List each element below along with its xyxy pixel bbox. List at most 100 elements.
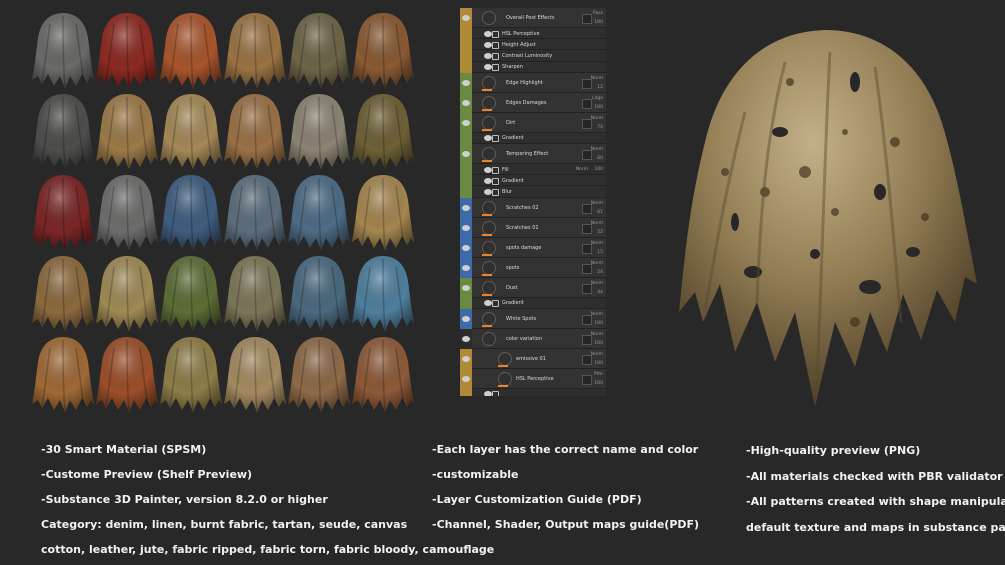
layer-row[interactable]: Fill Norm 100 [460, 164, 606, 176]
layer-checkbox[interactable] [582, 14, 592, 24]
effect-icon [492, 30, 499, 38]
layer-row[interactable]: Scratches 01 Norm 52 [460, 217, 606, 238]
mask-indicator [482, 233, 492, 236]
feature-text: -30 Smart Material (SPSM) [41, 443, 207, 456]
layer-row[interactable]: emissive 01 Norm 100 [460, 348, 606, 369]
visibility-eye-icon[interactable] [462, 315, 470, 322]
visibility-eye-icon[interactable] [484, 166, 492, 173]
layer-color-tag [460, 61, 472, 73]
layer-row[interactable]: HSL Perceptive Pthr 100 [460, 368, 606, 389]
layer-blend-mode[interactable]: Norm [591, 241, 603, 246]
layer-opacity[interactable]: 100 [594, 361, 603, 366]
material-preview-16 [224, 175, 286, 250]
layer-opacity[interactable]: 44 [597, 290, 603, 295]
layer-row[interactable]: Scratches 02 Norm 61 [460, 197, 606, 218]
layer-blend-mode[interactable]: Ldge [592, 96, 603, 101]
layer-opacity[interactable]: 74 [597, 125, 603, 130]
layer-row[interactable]: Blur [460, 186, 606, 198]
mask-indicator [482, 88, 492, 91]
visibility-eye-icon[interactable] [462, 335, 470, 342]
layer-row[interactable]: Gradient [460, 132, 606, 144]
visibility-eye-icon[interactable] [462, 151, 470, 157]
layer-opacity[interactable]: 100 [594, 321, 603, 326]
layer-blend-mode[interactable]: Norm [591, 332, 603, 337]
layer-opacity[interactable]: 100 [594, 381, 603, 386]
layer-thumbnail-icon [482, 75, 496, 90]
layer-row[interactable]: Height Adjust [460, 39, 606, 51]
layer-row[interactable]: Overall Post Effects Pass 100 [460, 8, 606, 28]
visibility-eye-icon[interactable] [462, 244, 470, 251]
layer-name: Edge Highlight [506, 79, 543, 86]
layer-row[interactable] [460, 388, 606, 396]
feature-text: default texture and maps in substance pa… [746, 520, 1005, 534]
layer-blend-mode[interactable]: Norm [591, 116, 603, 121]
visibility-eye-icon[interactable] [462, 264, 470, 271]
layer-blend-mode[interactable]: Norm [591, 352, 603, 357]
layer-row[interactable]: HSL Perceptive [460, 28, 606, 40]
layer-row[interactable]: spots damage Norm 15 [460, 237, 606, 258]
visibility-eye-icon[interactable] [462, 355, 470, 362]
visibility-eye-icon[interactable] [462, 224, 470, 231]
visibility-eye-icon[interactable] [462, 284, 470, 291]
layer-blend-mode[interactable]: Norm [591, 281, 603, 286]
layer-row[interactable]: White Spots Norm 100 [460, 308, 606, 329]
visibility-eye-icon[interactable] [462, 79, 470, 86]
mask-indicator [482, 293, 492, 296]
material-preview-29 [288, 337, 350, 412]
visibility-eye-icon[interactable] [462, 119, 470, 126]
material-preview-9 [160, 94, 222, 169]
visibility-eye-icon[interactable] [484, 177, 492, 184]
visibility-eye-icon[interactable] [484, 135, 492, 142]
visibility-eye-icon[interactable] [462, 204, 470, 211]
layer-row[interactable]: Dust Norm 44 [460, 277, 606, 298]
layer-row[interactable]: Edges Damages Ldge 100 [460, 92, 606, 113]
layer-name: Height Adjust [502, 41, 536, 48]
layer-opacity[interactable]: 12 [597, 85, 603, 90]
layer-blend-mode[interactable]: Norm [591, 147, 603, 152]
layer-opacity[interactable]: 100 [594, 105, 603, 110]
material-preview-20 [96, 256, 158, 331]
layer-blend-mode[interactable]: Pthr [594, 372, 603, 377]
visibility-eye-icon[interactable] [484, 391, 492, 396]
visibility-eye-icon[interactable] [484, 52, 492, 59]
layer-color-tag [460, 175, 472, 187]
layer-checkbox[interactable] [582, 374, 592, 385]
visibility-eye-icon[interactable] [462, 99, 470, 106]
layer-thumbnail-icon [482, 280, 496, 295]
layer-opacity[interactable]: 100 [594, 167, 603, 172]
layer-opacity[interactable]: 100 [594, 20, 603, 25]
mask-indicator [482, 160, 492, 162]
layer-opacity[interactable]: 61 [597, 210, 603, 215]
visibility-eye-icon[interactable] [484, 41, 492, 48]
visibility-eye-icon[interactable] [484, 188, 492, 195]
layer-row[interactable]: spots Norm 24 [460, 257, 606, 278]
layer-blend-mode[interactable]: Norm [591, 312, 603, 317]
visibility-eye-icon[interactable] [484, 30, 492, 37]
layer-blend-mode[interactable]: Norm [591, 221, 603, 226]
layer-opacity[interactable]: 100 [594, 341, 603, 346]
visibility-eye-icon[interactable] [462, 375, 470, 382]
layer-name: Dust [506, 284, 518, 291]
layer-row[interactable]: color variation Norm 100 [460, 328, 606, 349]
layer-opacity[interactable]: 15 [597, 250, 603, 255]
visibility-eye-icon[interactable] [484, 300, 492, 307]
layer-row[interactable]: Tempering Effect Norm 60 [460, 144, 606, 164]
layer-row[interactable]: Sharpen [460, 61, 606, 73]
layer-opacity[interactable]: 24 [597, 270, 603, 275]
layer-checkbox[interactable] [582, 98, 592, 109]
layer-row[interactable]: Contrast Luminosity [460, 50, 606, 62]
visibility-eye-icon[interactable] [484, 64, 492, 71]
layer-blend-mode[interactable]: Pass [593, 11, 603, 16]
layer-blend-mode[interactable]: Norm [591, 76, 603, 81]
layer-blend-mode[interactable]: Norm [591, 261, 603, 266]
layer-row[interactable]: Dirt Norm 74 [460, 112, 606, 133]
layer-blend-mode[interactable]: Norm [576, 167, 588, 172]
layer-opacity[interactable]: 60 [597, 156, 603, 161]
mask-indicator [482, 324, 492, 327]
layer-opacity[interactable]: 52 [597, 230, 603, 235]
layer-row[interactable]: Gradient [460, 297, 606, 309]
layer-blend-mode[interactable]: Norm [591, 201, 603, 206]
visibility-eye-icon[interactable] [462, 15, 470, 21]
layer-row[interactable]: Edge Highlight Norm 12 [460, 72, 606, 93]
layer-row[interactable]: Gradient [460, 175, 606, 187]
